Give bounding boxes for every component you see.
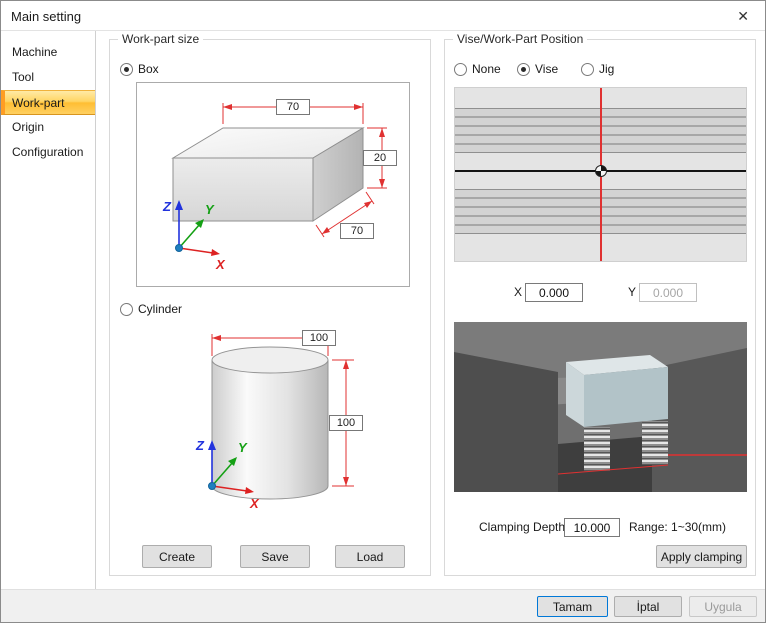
cancel-button[interactable]: İptal	[614, 596, 682, 617]
box-radio-circle	[120, 63, 133, 76]
sidebar-item-tool[interactable]: Tool	[1, 65, 95, 90]
vise-position-group: Vise/Work-Part Position None Vise Jig X …	[444, 39, 756, 576]
box-width-dim-value[interactable]: 70	[276, 99, 310, 115]
sidebar-item-machine[interactable]: Machine	[1, 40, 95, 65]
jig-radio-label: Jig	[599, 62, 614, 76]
cylinder-illustration: Z Y X	[170, 328, 410, 528]
y-field-label: Y	[628, 283, 636, 302]
y-position-input	[639, 283, 697, 302]
box-illustration: Z Y X	[137, 83, 409, 286]
cylinder-origin-dot	[209, 483, 216, 490]
vise-radio-circle	[517, 63, 530, 76]
apply-clamping-button[interactable]: Apply clamping	[656, 545, 747, 568]
cylinder-radio-label: Cylinder	[138, 302, 182, 316]
box-axis-z-label: Z	[162, 199, 172, 214]
sidebar-item-configuration[interactable]: Configuration	[1, 140, 95, 165]
vise-radio-label: Vise	[535, 62, 558, 76]
clamping-depth-label: Clamping Depth	[479, 518, 565, 537]
main-setting-dialog: Main setting ✕ Machine Tool Work-part Or…	[0, 0, 766, 623]
jig-radio[interactable]: Jig	[581, 62, 614, 76]
cylinder-axis-x-label: X	[249, 496, 260, 511]
sidebar: Machine Tool Work-part Origin Configurat…	[1, 31, 96, 593]
box-illustration-frame: Z Y X 70 20 70	[136, 82, 410, 287]
workpart-size-group: Work-part size Box	[109, 39, 431, 576]
box-axis-x-label: X	[215, 257, 226, 272]
vise-position-group-label: Vise/Work-Part Position	[453, 32, 587, 46]
x-position-input[interactable]	[525, 283, 583, 302]
save-button[interactable]: Save	[240, 545, 310, 568]
clamping-range-label: Range: 1~30(mm)	[629, 518, 726, 537]
window-title: Main setting	[11, 9, 81, 24]
cylinder-body	[212, 360, 328, 499]
vise-3d-render	[454, 322, 747, 492]
sidebar-item-origin[interactable]: Origin	[1, 115, 95, 140]
center-origin-marker	[595, 165, 607, 177]
box-origin-dot	[176, 245, 183, 252]
cylinder-axis-y-label: Y	[238, 440, 248, 455]
vise-top-view[interactable]	[454, 87, 747, 262]
none-radio-circle	[454, 63, 467, 76]
jig-radio-circle	[581, 63, 594, 76]
workpart-size-group-label: Work-part size	[118, 32, 203, 46]
vise-radio[interactable]: Vise	[517, 62, 558, 76]
sidebar-item-work-part[interactable]: Work-part	[1, 90, 95, 115]
create-button[interactable]: Create	[142, 545, 212, 568]
cylinder-radio-circle	[120, 303, 133, 316]
box-radio-label: Box	[138, 62, 159, 76]
clamp-screw-right	[642, 421, 668, 465]
load-button[interactable]: Load	[335, 545, 405, 568]
cylinder-diameter-dim-value[interactable]: 100	[302, 330, 336, 346]
box-axis-y-label: Y	[205, 202, 215, 217]
vise-3d-preview	[454, 322, 747, 492]
cylinder-axis-z-label: Z	[195, 438, 205, 453]
dialog-footer: Tamam İptal Uygula	[1, 589, 765, 622]
box-radio[interactable]: Box	[120, 62, 159, 76]
cylinder-height-dim-value[interactable]: 100	[329, 415, 363, 431]
ok-button[interactable]: Tamam	[537, 596, 608, 617]
clamp-screw-left	[584, 427, 610, 471]
cylinder-radio[interactable]: Cylinder	[120, 302, 182, 316]
apply-button: Uygula	[689, 596, 757, 617]
x-field-label: X	[514, 283, 522, 302]
workpiece-front	[584, 367, 668, 427]
box-height-dim-value[interactable]: 20	[363, 150, 397, 166]
clamping-depth-input[interactable]	[564, 518, 620, 537]
cylinder-illustration-area: Z Y X 100 100	[170, 328, 410, 528]
none-radio[interactable]: None	[454, 62, 501, 76]
none-radio-label: None	[472, 62, 501, 76]
box-depth-dim-value[interactable]: 70	[340, 223, 374, 239]
box-front-face	[173, 158, 313, 221]
close-icon[interactable]: ✕	[737, 8, 749, 25]
titlebar: Main setting ✕	[1, 1, 765, 31]
cylinder-top	[212, 347, 328, 373]
